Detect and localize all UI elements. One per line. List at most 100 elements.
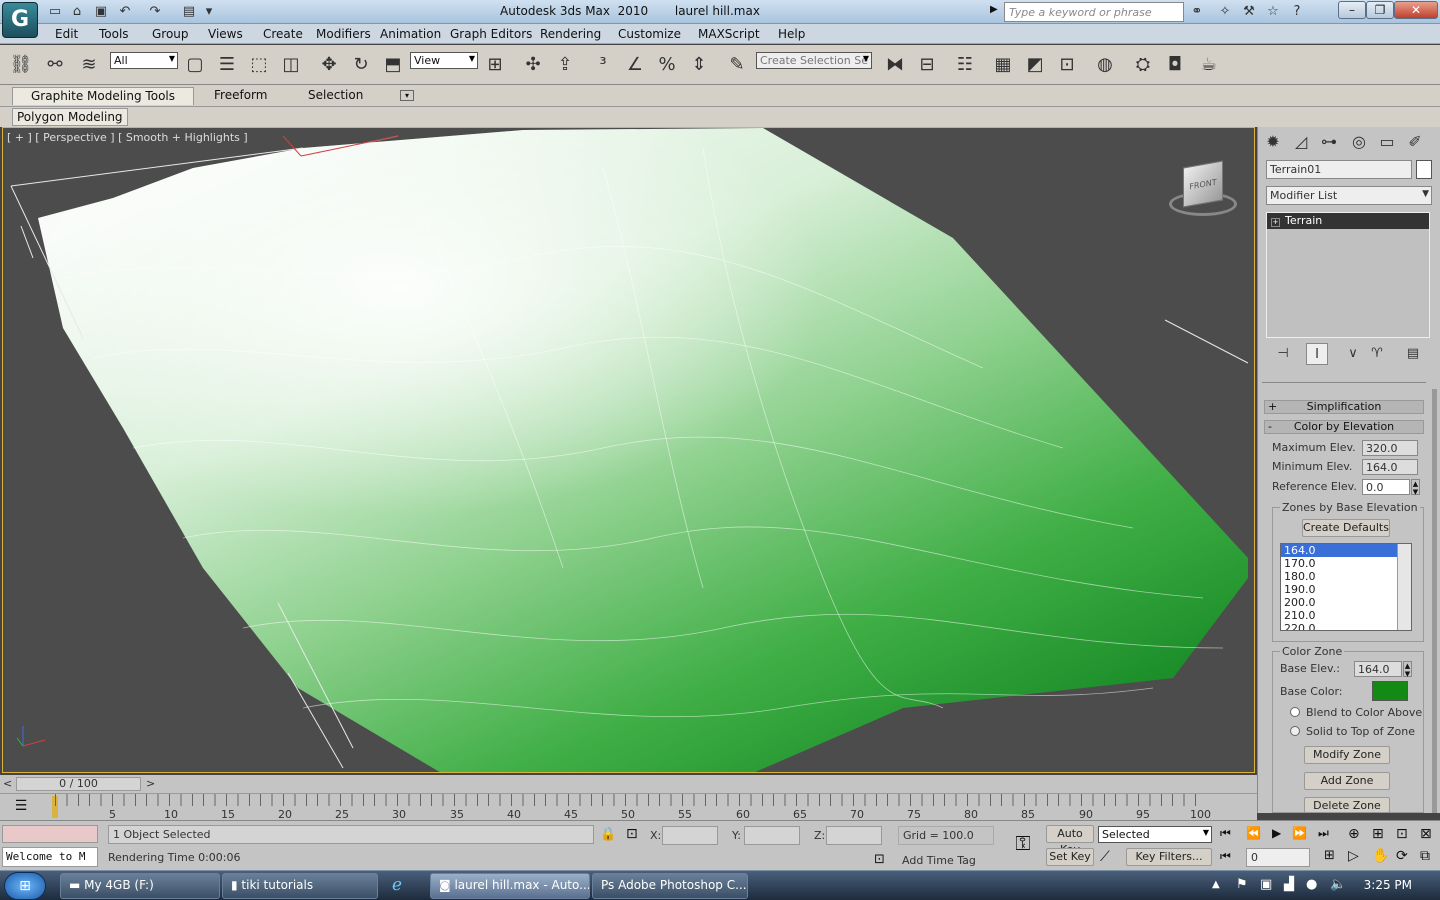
render-production-icon[interactable]: ☕: [1196, 52, 1222, 78]
list-item[interactable]: 180.0: [1281, 570, 1411, 583]
go-to-start-icon[interactable]: ⏮: [1220, 826, 1231, 841]
make-unique-icon[interactable]: ∨: [1342, 343, 1364, 365]
tab-freeform[interactable]: Freeform: [204, 87, 277, 105]
object-color-swatch[interactable]: [1416, 160, 1432, 179]
layer-manager-icon[interactable]: ☷: [952, 52, 978, 78]
menu-tools[interactable]: Tools: [99, 27, 129, 41]
time-slider[interactable]: 0 / 100: [16, 777, 141, 791]
solid-radio[interactable]: [1290, 726, 1300, 736]
zoom-extents-icon[interactable]: ⊡: [1396, 826, 1408, 842]
save-icon[interactable]: ▣: [92, 3, 110, 21]
menu-rendering[interactable]: Rendering: [540, 27, 601, 41]
angle-snap-icon[interactable]: ∠: [622, 52, 648, 78]
subscription-icon[interactable]: ✧: [1216, 3, 1234, 21]
chevron-down-icon[interactable]: ▾: [200, 3, 218, 21]
menu-graph-editors[interactable]: Graph Editors: [450, 27, 532, 41]
list-item[interactable]: 170.0: [1281, 557, 1411, 570]
hierarchy-panel-icon[interactable]: ⊶: [1318, 131, 1340, 153]
start-button[interactable]: ⊞: [4, 872, 46, 900]
minimize-button[interactable]: –: [1338, 1, 1366, 19]
select-by-name-icon[interactable]: ☰: [214, 52, 240, 78]
menu-edit[interactable]: Edit: [55, 27, 78, 41]
menu-group[interactable]: Group: [152, 27, 189, 41]
base-elev-spinner[interactable]: 164.0: [1354, 661, 1402, 677]
y-coordinate-field[interactable]: [744, 826, 800, 845]
app-logo-icon[interactable]: G: [2, 2, 38, 38]
add-time-tag[interactable]: Add Time Tag: [902, 854, 976, 867]
maxscript-listener-top[interactable]: [2, 825, 98, 843]
network-icon[interactable]: ▟: [1284, 877, 1294, 892]
pivot-center-icon[interactable]: ⊞: [482, 52, 508, 78]
modify-zone-button[interactable]: Modify Zone: [1304, 746, 1390, 764]
edit-named-selection-icon[interactable]: ✎: [724, 52, 750, 78]
pan-hand-icon[interactable]: ✋: [1372, 848, 1389, 864]
orbit-icon[interactable]: ⟳: [1396, 848, 1408, 864]
blend-radio[interactable]: [1290, 707, 1300, 717]
perspective-viewport[interactable]: [ + ] [ Perspective ] [ Smooth + Highlig…: [2, 127, 1255, 773]
tab-polygon-modeling[interactable]: Polygon Modeling: [12, 108, 128, 126]
maxscript-listener[interactable]: Welcome to M: [2, 847, 98, 867]
panel-scrollbar[interactable]: [1432, 389, 1437, 813]
delete-zone-button[interactable]: Delete Zone: [1304, 797, 1390, 813]
undo-icon[interactable]: ↶: [116, 3, 134, 21]
reference-coordinate-dropdown[interactable]: View: [410, 52, 478, 69]
rectangular-selection-icon[interactable]: ⬚: [246, 52, 272, 78]
schematic-view-icon[interactable]: ⊡: [1054, 52, 1080, 78]
action-center-flag-icon[interactable]: ⚑: [1236, 877, 1248, 892]
trackbar[interactable]: ☰ 5 10 15 20 25 30 35 40 45 50 55 60 65 …: [0, 793, 1257, 821]
x-coordinate-field[interactable]: [662, 826, 718, 845]
reference-elev-spinner[interactable]: 0.0: [1362, 479, 1410, 495]
curve-editor-icon[interactable]: ◩: [1022, 52, 1048, 78]
zoom-extents-all-icon[interactable]: ⊠: [1420, 826, 1432, 842]
list-item[interactable]: 220.0: [1281, 622, 1411, 630]
modify-panel-icon[interactable]: ◿: [1290, 131, 1312, 153]
align-icon[interactable]: ⊟: [914, 52, 940, 78]
menu-help[interactable]: Help: [778, 27, 805, 41]
go-to-end-icon[interactable]: ⏭: [1318, 826, 1329, 841]
mini-curve-editor-icon[interactable]: ☰: [10, 798, 32, 816]
select-manipulate-icon[interactable]: ✣: [520, 52, 546, 78]
key-filter-icon[interactable]: ⟋: [1100, 849, 1110, 865]
rotate-icon[interactable]: ↻: [348, 52, 374, 78]
tab-graphite-modeling-tools[interactable]: Graphite Modeling Tools: [12, 87, 194, 105]
lock-selection-icon[interactable]: 🔒: [600, 827, 616, 842]
object-name-field[interactable]: Terrain01: [1266, 160, 1412, 179]
new-file-icon[interactable]: ▭: [46, 3, 64, 21]
key-mode-toggle-icon[interactable]: ⏮: [1220, 849, 1231, 864]
absolute-mode-icon[interactable]: ⊡: [626, 826, 638, 842]
next-frame-icon[interactable]: >: [146, 777, 155, 790]
maximize-viewport-icon[interactable]: ⧉: [1420, 848, 1430, 864]
unlink-icon[interactable]: ⚯: [42, 52, 68, 78]
percent-snap-icon[interactable]: %: [654, 52, 680, 78]
list-item[interactable]: 190.0: [1281, 583, 1411, 596]
bind-space-warp-icon[interactable]: ≋: [76, 52, 102, 78]
rollout-simplification[interactable]: + Simplification: [1264, 400, 1424, 414]
taskbar-item-folder[interactable]: ▮ tiki tutorials: [222, 873, 378, 899]
volume-icon[interactable]: 🔈: [1330, 877, 1346, 892]
viewcube[interactable]: FRONT: [1165, 158, 1239, 220]
clock[interactable]: 3:25 PM: [1364, 878, 1412, 892]
menu-modifiers[interactable]: Modifiers: [316, 27, 371, 41]
create-panel-icon[interactable]: ✹: [1262, 131, 1284, 153]
spinner-snap-icon[interactable]: ⇕: [686, 52, 712, 78]
list-item[interactable]: 200.0: [1281, 596, 1411, 609]
play-icon[interactable]: ▶: [1272, 826, 1281, 840]
stack-item-terrain[interactable]: + Terrain: [1267, 213, 1429, 229]
project-folder-icon[interactable]: ▤: [180, 3, 198, 21]
keyboard-shortcut-icon[interactable]: ⇪: [552, 52, 578, 78]
next-frame-icon[interactable]: ⏩: [1292, 826, 1307, 840]
rollout-color-by-elevation[interactable]: - Color by Elevation: [1264, 420, 1424, 434]
graphite-toggle-icon[interactable]: ▦: [990, 52, 1016, 78]
zoom-all-icon[interactable]: ⊞: [1372, 826, 1384, 842]
spinner-arrows-icon[interactable]: ▲ ▼: [1411, 479, 1420, 496]
current-frame-field[interactable]: 0: [1246, 848, 1310, 867]
window-crossing-icon[interactable]: ◫: [278, 52, 304, 78]
taskbar-item-3dsmax[interactable]: ◙ laurel hill.max - Auto...: [430, 873, 590, 899]
create-defaults-button[interactable]: Create Defaults: [1302, 519, 1390, 537]
auto-key-button[interactable]: Auto Key: [1046, 825, 1094, 856]
select-and-link-icon[interactable]: ⛓: [8, 52, 34, 78]
menu-customize[interactable]: Customize: [618, 27, 681, 41]
time-tag-icon[interactable]: ⊡: [874, 852, 885, 867]
removable-device-icon[interactable]: ▣: [1260, 877, 1272, 892]
named-selection-dropdown[interactable]: Create Selection Se: [756, 52, 872, 69]
